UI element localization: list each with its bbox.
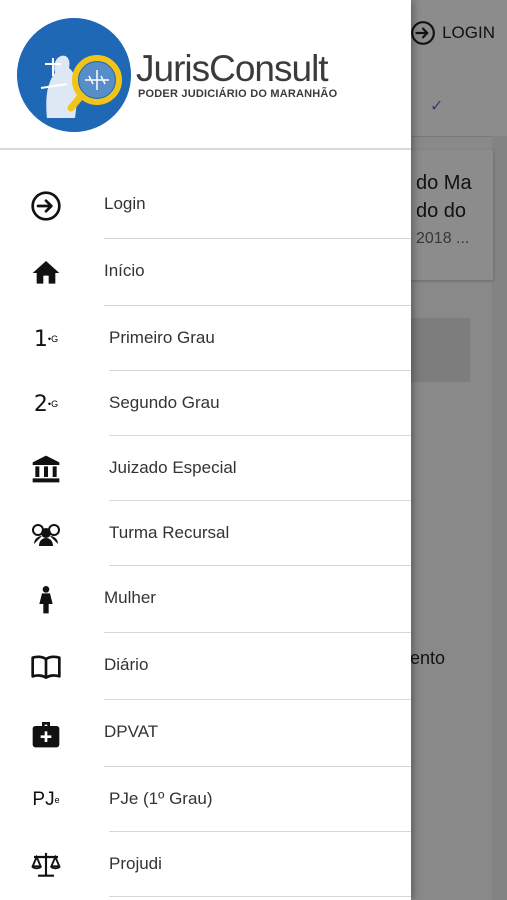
woman-icon <box>28 582 64 618</box>
menu-item-label: DPVAT <box>104 722 159 741</box>
navigation-drawer: JurisConsult PODER JUDICIÁRIO DO MARANHÃ… <box>0 0 411 900</box>
medical-kit-icon <box>28 716 64 752</box>
first-degree-icon-text: 1 <box>33 326 48 352</box>
second-degree-icon: 2 • G <box>33 391 59 417</box>
menu-item-label: PJe (1º Grau) <box>109 789 213 808</box>
menu-item-label: Login <box>104 194 146 213</box>
scales-icon <box>28 847 64 883</box>
pje-icon: PJ e <box>32 789 60 810</box>
home-icon <box>28 255 64 291</box>
menu-item-pje[interactable]: PJ e PJe (1º Grau) <box>0 767 411 833</box>
menu-item-label: Projudi <box>109 854 162 873</box>
menu-item-inicio[interactable]: Início <box>0 239 411 306</box>
second-degree-icon-text: 2 <box>33 391 48 417</box>
logo-subtitle: PODER JUDICIÁRIO DO MARANHÃO <box>138 88 338 100</box>
pje-icon-text: PJ <box>32 789 55 810</box>
book-icon <box>28 649 64 685</box>
menu-item-label: Mulher <box>104 588 156 607</box>
justice-magnifier-icon <box>17 18 131 132</box>
menu-item-mulher[interactable]: Mulher <box>0 566 411 633</box>
menu-item-login[interactable]: Login <box>0 172 411 239</box>
logo-title: JurisConsult <box>136 48 329 89</box>
menu-item-turma-recursal[interactable]: Turma Recursal <box>0 501 411 567</box>
app-logo <box>17 18 131 132</box>
menu-item-segundo-grau[interactable]: 2 • G Segundo Grau <box>0 371 411 437</box>
menu-item-label: Diário <box>104 655 149 674</box>
menu-item-label: Juizado Especial <box>109 458 237 477</box>
drawer-header: JurisConsult PODER JUDICIÁRIO DO MARANHÃ… <box>0 0 411 150</box>
courthouse-icon <box>28 451 64 487</box>
menu-item-diario[interactable]: Diário <box>0 633 411 700</box>
menu-item-juizado-especial[interactable]: Juizado Especial <box>0 436 411 502</box>
menu-item-primeiro-grau[interactable]: 1 • G Primeiro Grau <box>0 306 411 372</box>
menu-item-label: Primeiro Grau <box>109 328 215 347</box>
divider <box>109 896 411 897</box>
first-degree-icon: 1 • G <box>33 326 59 352</box>
menu-item-projudi[interactable]: Projudi <box>0 832 411 898</box>
login-icon <box>28 188 64 224</box>
group-icon <box>28 516 64 552</box>
menu-item-label: Turma Recursal <box>109 523 230 542</box>
menu-item-dpvat[interactable]: DPVAT <box>0 700 411 767</box>
menu-item-label: Segundo Grau <box>109 393 220 412</box>
menu-item-label: Início <box>104 261 145 280</box>
